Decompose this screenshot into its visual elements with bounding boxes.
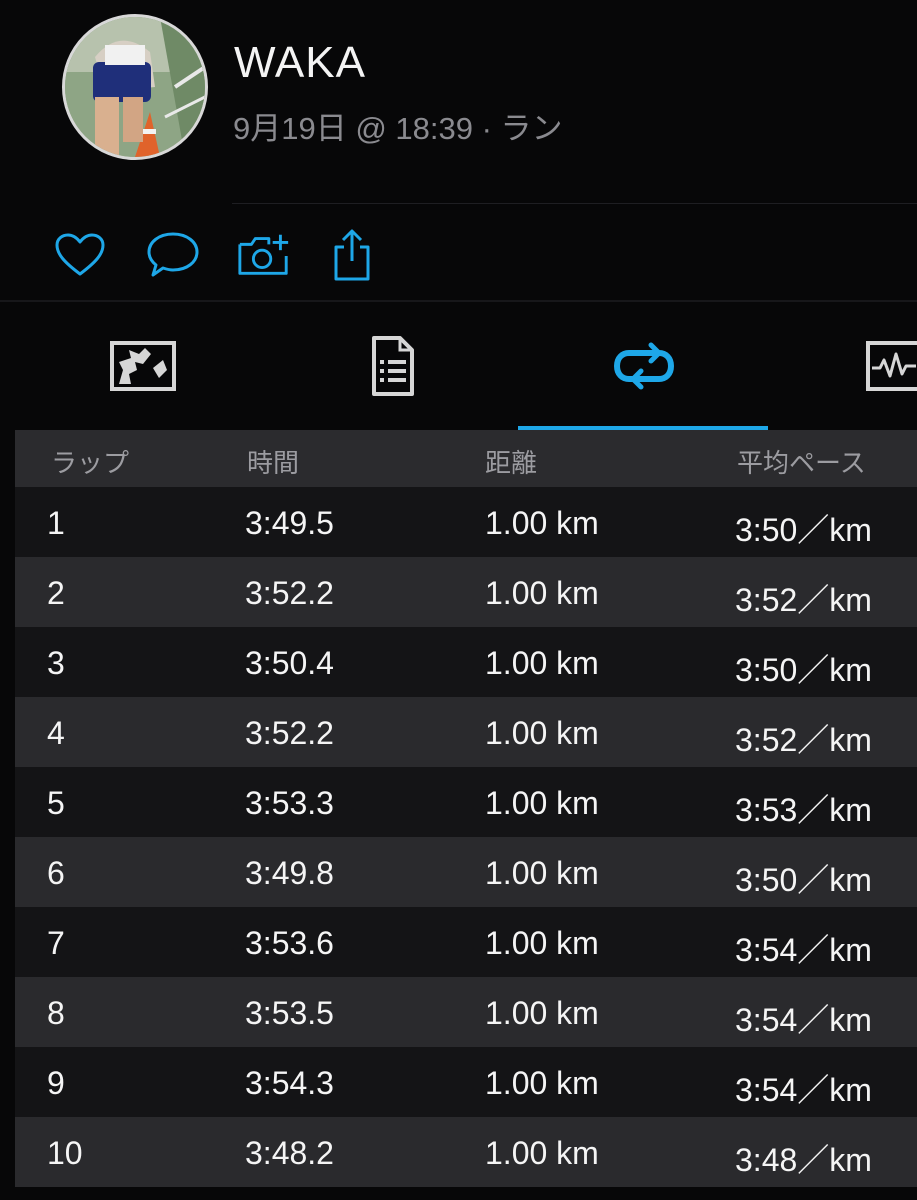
- lap-pace: 3:50／km: [735, 512, 872, 548]
- table-body: 1 3:49.5 1.00 km 3:50／km 2 3:52.2 1.00 k…: [15, 487, 917, 1187]
- lap-distance: 1.00 km: [485, 645, 599, 681]
- table-row[interactable]: 10 3:48.2 1.00 km 3:48／km: [15, 1117, 917, 1187]
- lap-number: 8: [47, 995, 65, 1031]
- lap-time: 3:53.3: [245, 785, 334, 821]
- table-header: ラップ 時間 距離 平均ペース: [15, 430, 917, 487]
- lap-distance: 1.00 km: [485, 785, 599, 821]
- table-row[interactable]: 1 3:49.5 1.00 km 3:50／km: [15, 487, 917, 557]
- lap-distance: 1.00 km: [485, 575, 599, 611]
- column-header-lap: ラップ: [51, 448, 130, 478]
- lap-pace: 3:48／km: [735, 1142, 872, 1178]
- lap-pace: 3:50／km: [735, 652, 872, 688]
- table-row[interactable]: 8 3:53.5 1.00 km 3:54／km: [15, 977, 917, 1047]
- activity-meta: 9月19日 @ 18:39 · ラン: [233, 111, 563, 146]
- chart-icon: [866, 341, 917, 391]
- lap-distance: 1.00 km: [485, 715, 599, 751]
- tab-laps[interactable]: [570, 302, 718, 430]
- lap-time: 3:53.6: [245, 925, 334, 961]
- avatar-photo: [65, 17, 205, 157]
- tab-details[interactable]: [320, 302, 465, 430]
- lap-number: 4: [47, 715, 65, 751]
- lap-distance: 1.00 km: [485, 1065, 599, 1101]
- table-row[interactable]: 5 3:53.3 1.00 km 3:53／km: [15, 767, 917, 837]
- laps-icon: [613, 342, 675, 390]
- lap-time: 3:49.5: [245, 505, 334, 541]
- lap-time: 3:52.2: [245, 715, 334, 751]
- lap-number: 6: [47, 855, 65, 891]
- table-row[interactable]: 9 3:54.3 1.00 km 3:54／km: [15, 1047, 917, 1117]
- share-icon: [334, 229, 370, 281]
- lap-time: 3:50.4: [245, 645, 334, 681]
- lap-pace: 3:52／km: [735, 722, 872, 758]
- lap-pace: 3:50／km: [735, 862, 872, 898]
- divider: [232, 203, 917, 204]
- lap-number: 10: [47, 1135, 83, 1171]
- column-header-time: 時間: [247, 448, 300, 478]
- details-icon: [371, 336, 414, 396]
- tab-map[interactable]: [70, 302, 215, 430]
- username[interactable]: WAKA: [234, 38, 366, 88]
- tab-charts[interactable]: [850, 302, 917, 430]
- lap-distance: 1.00 km: [485, 995, 599, 1031]
- column-header-distance: 距離: [485, 448, 538, 478]
- lap-number: 9: [47, 1065, 65, 1101]
- table-row[interactable]: 3 3:50.4 1.00 km 3:50／km: [15, 627, 917, 697]
- table-row[interactable]: 6 3:49.8 1.00 km 3:50／km: [15, 837, 917, 907]
- table-row[interactable]: 4 3:52.2 1.00 km 3:52／km: [15, 697, 917, 767]
- add-photo-button[interactable]: [236, 227, 292, 283]
- add-photo-icon: [238, 234, 289, 275]
- table-row[interactable]: 7 3:53.6 1.00 km 3:54／km: [15, 907, 917, 977]
- lap-time: 3:54.3: [245, 1065, 334, 1101]
- lap-pace: 3:52／km: [735, 582, 872, 618]
- lap-number: 7: [47, 925, 65, 961]
- comment-icon: [147, 232, 199, 277]
- map-icon: [109, 341, 176, 391]
- avatar[interactable]: [62, 14, 208, 160]
- lap-distance: 1.00 km: [485, 855, 599, 891]
- like-button[interactable]: [52, 227, 108, 283]
- lap-pace: 3:54／km: [735, 1002, 872, 1038]
- lap-number: 1: [47, 505, 65, 541]
- laps-table: ラップ 時間 距離 平均ペース 1 3:49.5 1.00 km 3:50／km…: [15, 430, 917, 1187]
- lap-distance: 1.00 km: [485, 505, 599, 541]
- share-button[interactable]: [324, 227, 380, 283]
- comment-button[interactable]: [145, 227, 201, 283]
- lap-time: 3:53.5: [245, 995, 334, 1031]
- lap-distance: 1.00 km: [485, 1135, 599, 1171]
- lap-pace: 3:54／km: [735, 1072, 872, 1108]
- lap-time: 3:48.2: [245, 1135, 334, 1171]
- tab-bar: [0, 302, 917, 430]
- table-row[interactable]: 2 3:52.2 1.00 km 3:52／km: [15, 557, 917, 627]
- lap-time: 3:52.2: [245, 575, 334, 611]
- column-header-pace: 平均ペース: [737, 448, 866, 478]
- lap-pace: 3:54／km: [735, 932, 872, 968]
- activity-header: WAKA 9月19日 @ 18:39 · ラン: [0, 0, 917, 205]
- lap-distance: 1.00 km: [485, 925, 599, 961]
- lap-number: 3: [47, 645, 65, 681]
- lap-pace: 3:53／km: [735, 792, 872, 828]
- lap-number: 5: [47, 785, 65, 821]
- lap-number: 2: [47, 575, 65, 611]
- heart-icon: [55, 233, 105, 276]
- action-bar: [0, 205, 917, 300]
- lap-time: 3:49.8: [245, 855, 334, 891]
